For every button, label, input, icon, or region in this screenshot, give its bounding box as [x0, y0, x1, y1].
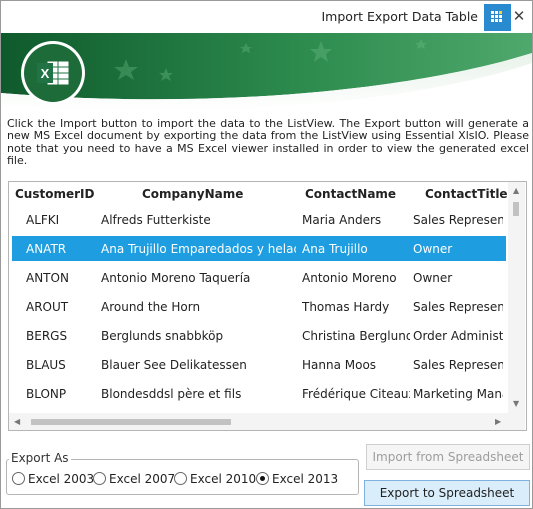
table-cell: Sales Representat: [413, 213, 503, 227]
table-cell: ANATR: [26, 242, 67, 256]
excel-logo-letter: X: [41, 66, 50, 81]
table-cell: Hanna Moos: [302, 358, 377, 372]
table-cell: Frédérique Citeaux: [302, 387, 410, 401]
table-cell: Blauer See Delikatessen: [101, 358, 247, 372]
radio-button-icon[interactable]: [256, 472, 269, 485]
radio-label: Excel 2003: [28, 472, 95, 486]
table-cell: Owner: [413, 271, 453, 285]
table-cell: Alfreds Futterkiste: [101, 213, 211, 227]
table-cell: Around the Horn: [101, 300, 201, 314]
table-cell: Sales Representat: [413, 358, 503, 372]
scroll-right-icon[interactable]: ▶: [495, 418, 501, 426]
table-cell: Ana Trujillo: [302, 242, 368, 256]
table-cell: Order Administrat: [413, 329, 503, 343]
table-row[interactable]: BLONP Blondesddsl père et fils Frédérique …: [12, 381, 506, 406]
table-row[interactable]: ANATR Ana Trujillo Emparedados y helados A…: [12, 236, 506, 261]
scroll-down-icon[interactable]: ▼: [513, 400, 519, 408]
radio-button-icon[interactable]: [12, 472, 25, 485]
column-header-contactname[interactable]: ContactName: [305, 187, 396, 201]
column-header-companyname[interactable]: CompanyName: [142, 187, 243, 201]
table-cell: Christina Berglund: [302, 329, 410, 343]
export-as-legend: Export As: [9, 451, 71, 465]
table-cell: BLONP: [26, 387, 67, 401]
close-icon[interactable]: ✕: [512, 9, 526, 24]
table-cell: Maria Anders: [302, 213, 382, 227]
app-grid-icon[interactable]: [484, 4, 511, 31]
table-cell: BLAUS: [26, 358, 66, 372]
window-title: Import Export Data Table: [321, 9, 479, 24]
radio-label: Excel 2010: [190, 472, 257, 486]
column-header-contacttitle[interactable]: ContactTitle: [425, 187, 508, 201]
table-cell: Owner: [413, 242, 453, 256]
table-row[interactable]: BERGS Berglunds snabbköp Christina Berglun…: [12, 323, 506, 348]
radio-button-icon[interactable]: [174, 472, 187, 485]
table-cell: Antonio Moreno: [302, 271, 397, 285]
scroll-up-icon[interactable]: ▲: [513, 187, 519, 195]
export-button[interactable]: Export to Spreadsheet: [364, 480, 530, 506]
table-cell: Antonio Moreno Taquería: [101, 271, 251, 285]
table-cell: Sales Representat: [413, 300, 503, 314]
table-cell: ANTON: [26, 271, 69, 285]
scroll-left-icon[interactable]: ◀: [14, 418, 20, 426]
table-row[interactable]: ANTON Antonio Moreno Taquería Antonio More…: [12, 265, 506, 290]
instructions-text: Click the Import button to import the da…: [7, 117, 529, 168]
table-cell: ALFKI: [26, 213, 60, 227]
customer-listview[interactable]: CustomerID CompanyName ContactName Conta…: [8, 181, 527, 431]
table-cell: Blondesddsl père et fils: [101, 387, 242, 401]
table-cell: BERGS: [26, 329, 68, 343]
table-cell: Berglunds snabbköp: [101, 329, 224, 343]
vertical-scrollbar[interactable]: ▲ ▼: [508, 182, 525, 413]
scrollbar-corner: [508, 413, 525, 430]
radio-label: Excel 2007: [109, 472, 176, 486]
table-cell: Ana Trujillo Emparedados y helados: [101, 242, 296, 256]
column-header-customerid[interactable]: CustomerID: [15, 187, 94, 201]
app-window: Import Export Data Table ✕ X Click the I…: [0, 0, 533, 509]
radio-label: Excel 2013: [272, 472, 339, 486]
title-bar: Import Export Data Table ✕: [1, 1, 532, 33]
radio-button-icon[interactable]: [93, 472, 106, 485]
table-cell: AROUT: [26, 300, 69, 314]
excel-logo-icon: X: [37, 60, 70, 86]
table-row[interactable]: BLAUS Blauer See Delikatessen Hanna Moos Sa…: [12, 352, 506, 377]
vertical-scroll-thumb[interactable]: [513, 202, 519, 216]
table-cell: Marketing Manag: [413, 387, 503, 401]
table-row[interactable]: ALFKI Alfreds Futterkiste Maria Anders Sale…: [12, 207, 506, 232]
table-row[interactable]: AROUT Around the Horn Thomas Hardy Sales Re…: [12, 294, 506, 319]
import-button[interactable]: Import from Spreadsheet: [366, 444, 530, 470]
horizontal-scroll-thumb[interactable]: [31, 419, 231, 425]
table-cell: Thomas Hardy: [302, 300, 390, 314]
listview-header: CustomerID CompanyName ContactName Conta…: [9, 182, 508, 206]
header-banner: X: [1, 33, 532, 111]
horizontal-scrollbar[interactable]: ◀ ▶: [9, 413, 508, 430]
